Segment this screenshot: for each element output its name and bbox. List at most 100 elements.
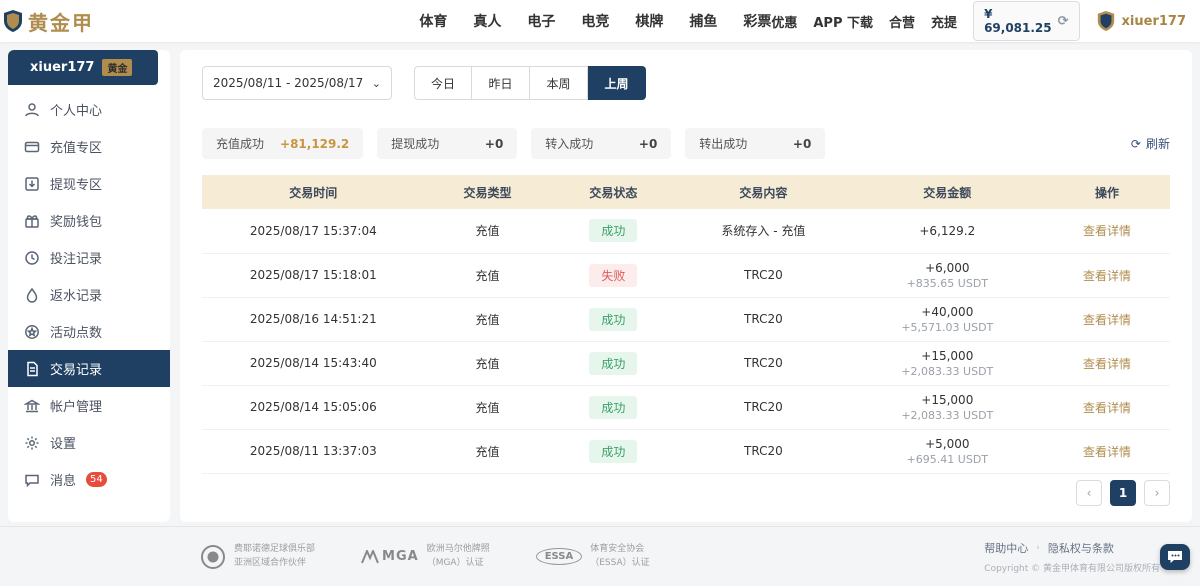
essa-logo: ESSA [536, 548, 583, 565]
partner-essa: ESSA 体育安全协会 （ESSA）认证 [536, 543, 650, 570]
sidebar-item-label: 充值专区 [50, 137, 102, 156]
sidebar-item-messages[interactable]: 消息 54 [8, 461, 170, 498]
user-name: xiuer177 [1122, 14, 1186, 29]
summary-label: 充值成功 [216, 135, 264, 152]
table-row: 2025/08/11 13:37:03 充值 成功 TRC20 +5,000+6… [202, 429, 1170, 473]
cell-type: 充值 [425, 209, 551, 253]
message-icon [24, 472, 40, 488]
help-center-link[interactable]: 帮助中心 [984, 540, 1028, 556]
cell-content: TRC20 [676, 253, 850, 297]
sidebar-item-label: 设置 [50, 433, 76, 452]
summary-value: +0 [793, 137, 811, 151]
view-details-link[interactable]: 查看详情 [1083, 401, 1131, 415]
gift-icon [24, 213, 40, 229]
tab-today[interactable]: 今日 [414, 66, 472, 100]
sidebar-item-deposit[interactable]: 充值专区 [8, 128, 170, 165]
sidebar-menu: 个人中心 充值专区 提现专区 奖励钱包 投注记录 返水记录 [8, 85, 170, 504]
nav-fishing[interactable]: 捕鱼 [689, 11, 717, 31]
col-content: 交易内容 [676, 175, 850, 209]
page-body: xiuer177 黄金 个人中心 充值专区 提现专区 奖励钱包 投注记录 [0, 42, 1200, 516]
summary-withdraw-success: 提现成功 +0 [377, 128, 517, 159]
balance-box[interactable]: ¥ 69,081.25 ⟳ [973, 1, 1079, 41]
view-details-link[interactable]: 查看详情 [1083, 269, 1131, 283]
footer: 费耶诺德足球俱乐部 亚洲区域合作伙伴 MGA 欧洲马尔他牌照 （MGA）认证 E… [0, 526, 1200, 586]
cell-amount: +5,000 [857, 437, 1039, 451]
status-badge: 成功 [589, 219, 637, 242]
summary-transfer-in-success: 转入成功 +0 [531, 128, 671, 159]
view-details-link[interactable]: 查看详情 [1083, 445, 1131, 459]
link-app-download[interactable]: APP 下载 [813, 12, 873, 31]
nav-live[interactable]: 真人 [473, 11, 501, 31]
sidebar-item-withdraw[interactable]: 提现专区 [8, 165, 170, 202]
view-details-link[interactable]: 查看详情 [1083, 313, 1131, 327]
cell-amount: +6,129.2 [857, 224, 1039, 238]
tab-this-week[interactable]: 本周 [530, 66, 588, 100]
col-type: 交易类型 [425, 175, 551, 209]
col-action: 操作 [1044, 175, 1170, 209]
user-chip[interactable]: xiuer177 [1096, 10, 1186, 32]
balance-refresh-icon[interactable]: ⟳ [1058, 14, 1069, 29]
sidebar-item-profile[interactable]: 个人中心 [8, 91, 170, 128]
cell-amount: +40,000 [857, 305, 1039, 319]
refresh-button[interactable]: ⟳ 刷新 [1131, 135, 1170, 152]
cell-time: 2025/08/11 13:37:03 [202, 429, 425, 473]
sidebar-item-reward-wallet[interactable]: 奖励钱包 [8, 202, 170, 239]
table-row: 2025/08/17 15:37:04 充值 成功 系统存入 - 充值 +6,1… [202, 209, 1170, 253]
table-row: 2025/08/14 15:43:40 充值 成功 TRC20 +15,000+… [202, 341, 1170, 385]
nav-sports[interactable]: 体育 [419, 11, 447, 31]
nav-lottery[interactable]: 彩票 [743, 11, 771, 31]
link-promotions[interactable]: 优惠 [771, 12, 797, 31]
sidebar-item-account-management[interactable]: 帐户管理 [8, 387, 170, 424]
view-details-link[interactable]: 查看详情 [1083, 357, 1131, 371]
cell-amount-usdt: +695.41 USDT [857, 453, 1039, 466]
nav-chess[interactable]: 棋牌 [635, 11, 663, 31]
summary-label: 提现成功 [391, 135, 439, 152]
date-range-picker[interactable]: 2025/08/11 - 2025/08/17 ⌄ [202, 66, 392, 100]
privacy-terms-link[interactable]: 隐私权与条款 [1048, 540, 1114, 556]
cell-time: 2025/08/14 15:05:06 [202, 385, 425, 429]
sidebar-item-activity-points[interactable]: 活动点数 [8, 313, 170, 350]
user-crest-icon [1096, 10, 1116, 32]
partner-line2: （ESSA）认证 [590, 557, 649, 571]
sidebar-item-settings[interactable]: 设置 [8, 424, 170, 461]
sidebar-item-label: 投注记录 [50, 248, 102, 267]
brand-logo[interactable]: 黄金甲 [0, 7, 129, 36]
filter-row: 2025/08/11 - 2025/08/17 ⌄ 今日 昨日 本周 上周 [202, 66, 1170, 100]
prev-page-button[interactable]: ‹ [1076, 480, 1102, 506]
tab-last-week[interactable]: 上周 [588, 66, 646, 100]
summary-transfer-out-success: 转出成功 +0 [685, 128, 825, 159]
status-badge: 成功 [589, 352, 637, 375]
nav-esports[interactable]: 电竞 [581, 11, 609, 31]
summary-value: +81,129.2 [280, 137, 349, 151]
date-quick-tabs: 今日 昨日 本周 上周 [414, 66, 646, 100]
cell-amount-usdt: +2,083.33 USDT [857, 409, 1039, 422]
summary-row: 充值成功 +81,129.2 提现成功 +0 转入成功 +0 转出成功 +0 ⟳… [202, 128, 1170, 159]
sidebar-item-bet-records[interactable]: 投注记录 [8, 239, 170, 276]
cell-amount: +15,000 [857, 349, 1039, 363]
sidebar-item-rebate-records[interactable]: 返水记录 [8, 276, 170, 313]
cell-amount-usdt: +835.65 USDT [857, 277, 1039, 290]
sidebar-item-transaction-records[interactable]: 交易记录 [8, 350, 170, 387]
summary-value: +0 [639, 137, 657, 151]
next-page-button[interactable]: › [1144, 480, 1170, 506]
link-deposit-withdraw[interactable]: 充提 [931, 12, 957, 31]
club-emblem-icon [200, 544, 226, 570]
mga-logo-icon [361, 550, 379, 564]
status-badge: 成功 [589, 440, 637, 463]
tab-yesterday[interactable]: 昨日 [472, 66, 530, 100]
top-bar-right: 优惠 APP 下载 合营 充提 ¥ 69,081.25 ⟳ xiuer177 [771, 1, 1186, 41]
table-row: 2025/08/16 14:51:21 充值 成功 TRC20 +40,000+… [202, 297, 1170, 341]
link-affiliate[interactable]: 合营 [889, 12, 915, 31]
withdraw-icon [24, 176, 40, 192]
nav-slots[interactable]: 电子 [527, 11, 555, 31]
bank-icon [24, 398, 40, 414]
transaction-records-panel: 2025/08/11 - 2025/08/17 ⌄ 今日 昨日 本周 上周 充值… [180, 50, 1192, 522]
rebate-icon [24, 287, 40, 303]
page-1-button[interactable]: 1 [1110, 480, 1136, 506]
col-status: 交易状态 [550, 175, 676, 209]
customer-service-chat-button[interactable] [1160, 544, 1190, 570]
partner-line1: 体育安全协会 [590, 543, 649, 557]
footer-right: 帮助中心 › 隐私权与条款 Copyright © 黄金甲体育有限公司版权所有 [984, 540, 1160, 574]
view-details-link[interactable]: 查看详情 [1083, 224, 1131, 238]
partner-line2: 亚洲区域合作伙伴 [234, 557, 315, 571]
